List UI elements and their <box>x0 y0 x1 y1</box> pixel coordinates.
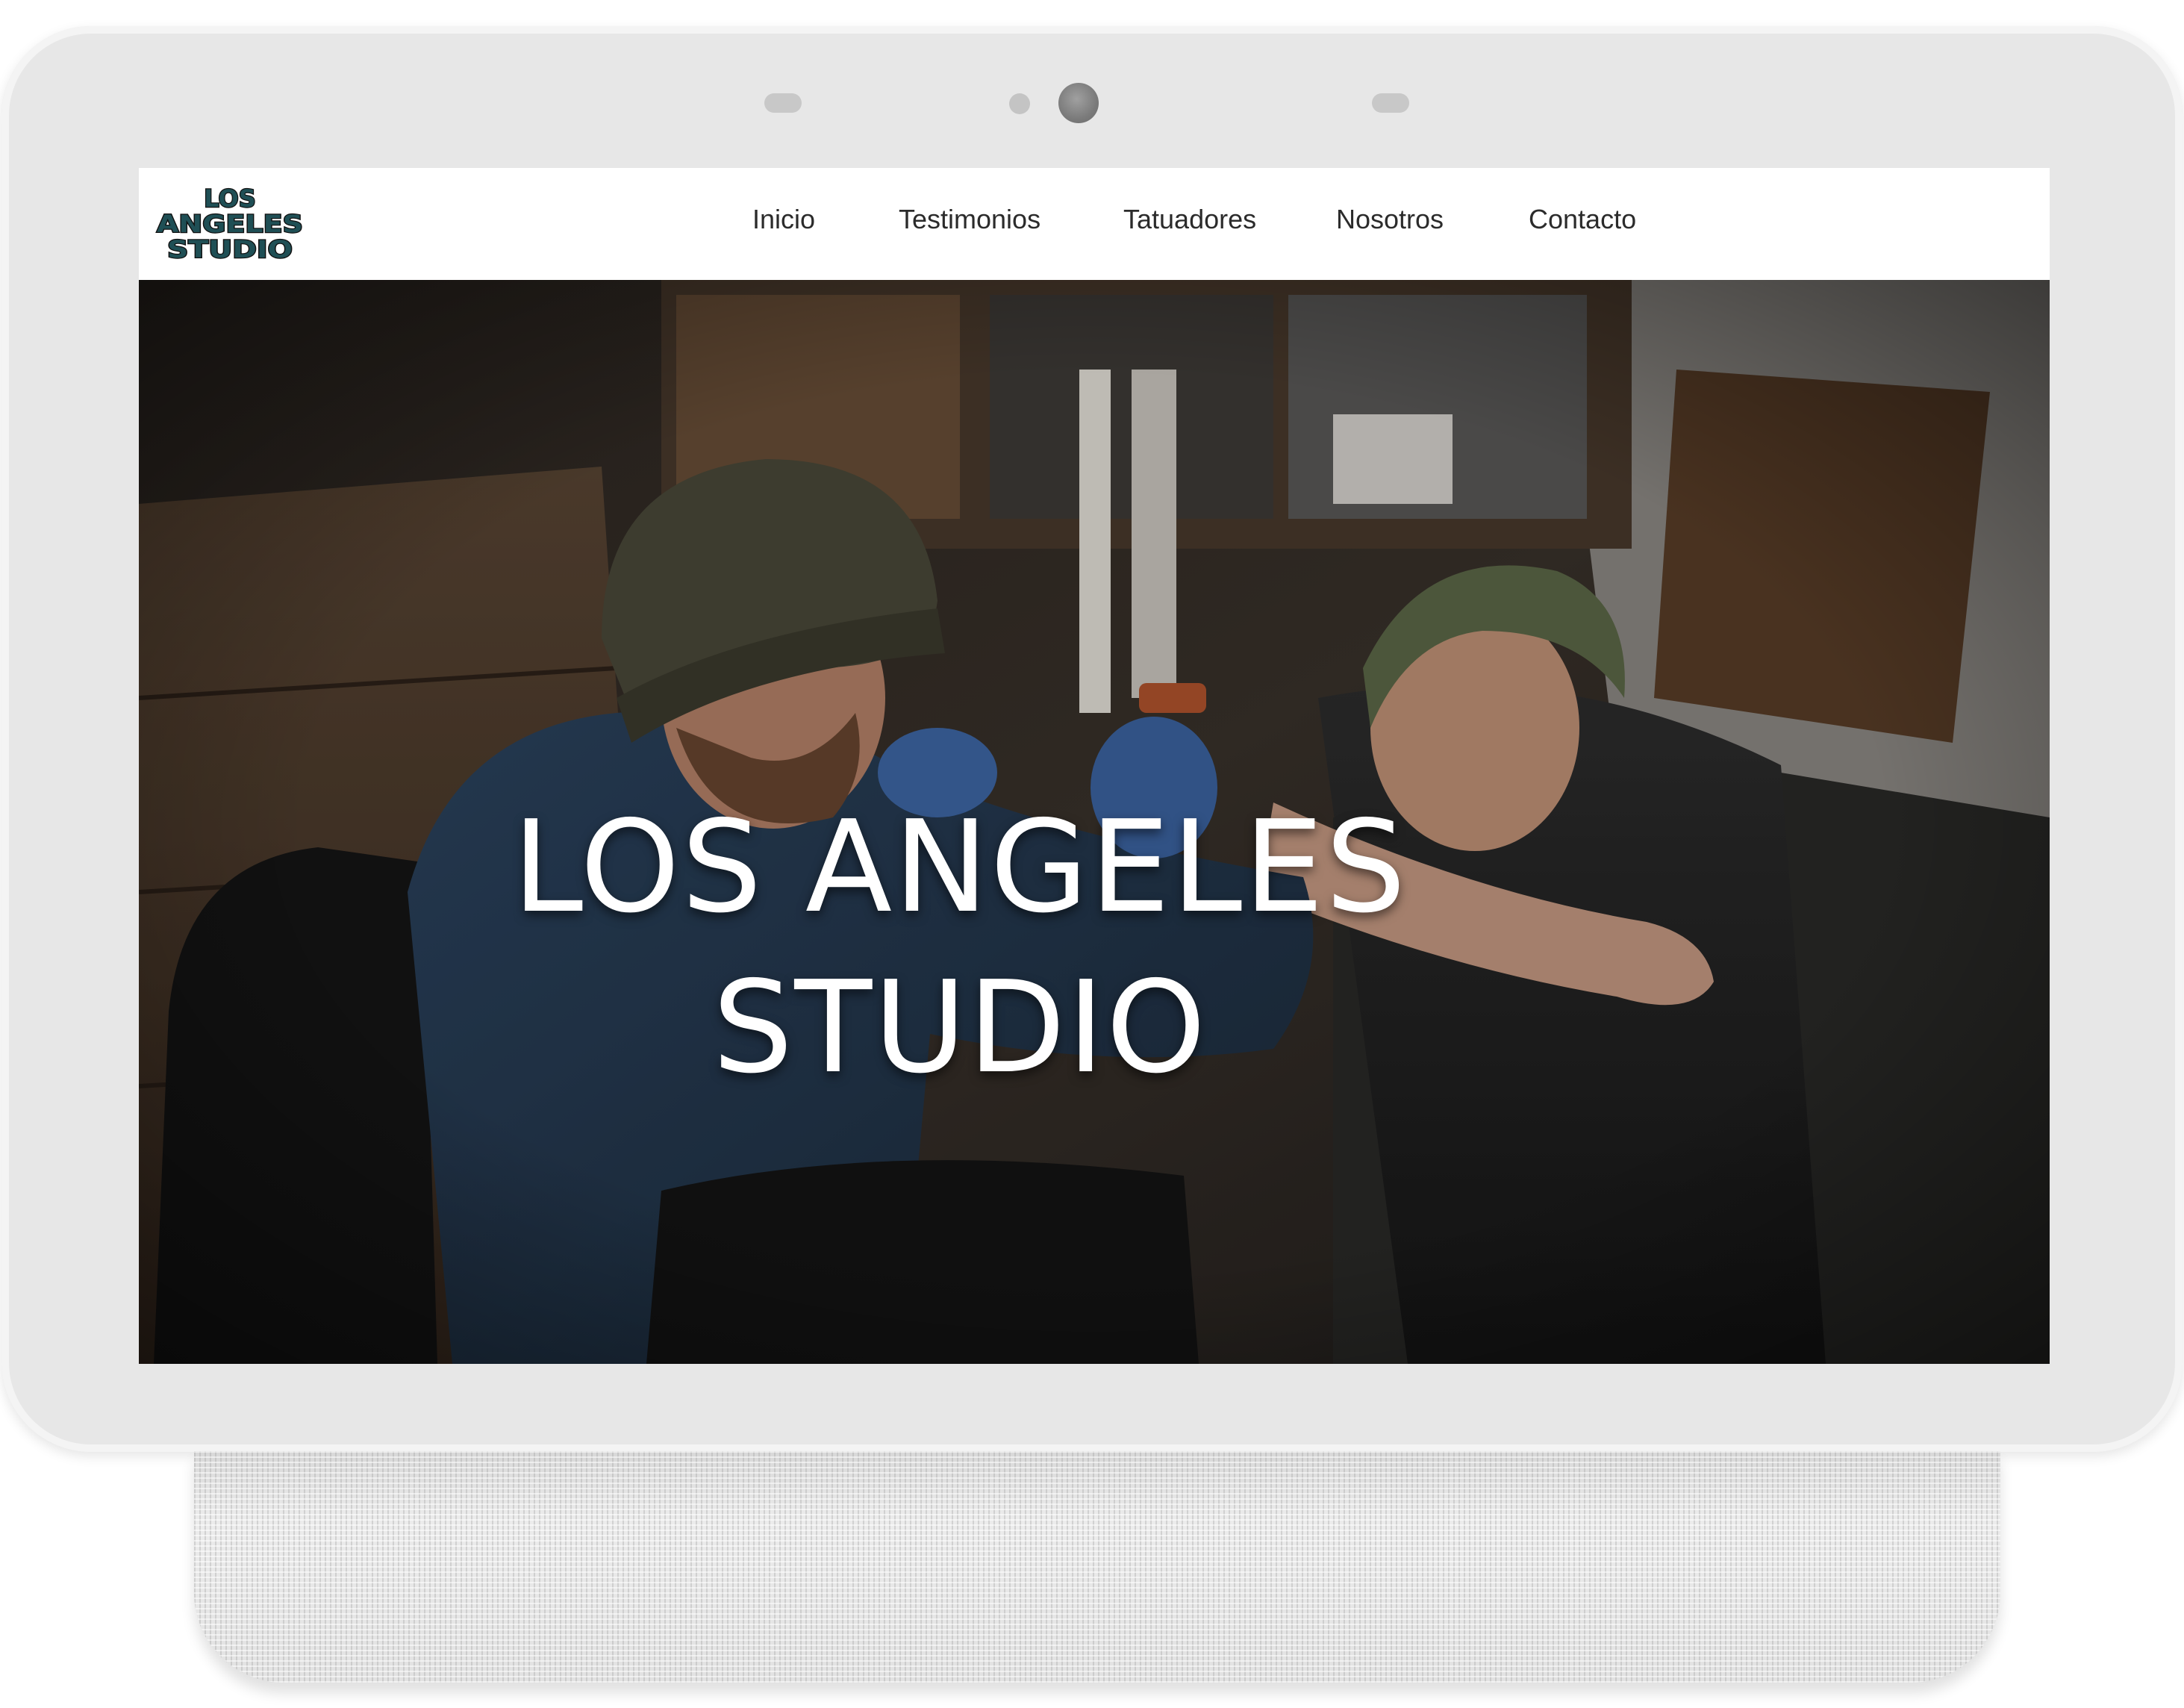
nav-menu: Inicio Testimonios Tatuadores Nosotros C… <box>139 168 2050 280</box>
hero-title-line-1: LOS ANGELES <box>512 794 1408 941</box>
smart-display-frame: LOS ANGELES STUDIO LOS ANGELES STUDIO In… <box>1 26 2183 1452</box>
device-screen: LOS ANGELES STUDIO LOS ANGELES STUDIO In… <box>139 168 2050 1364</box>
speaker-slot-left-icon <box>764 93 802 113</box>
top-navbar: LOS ANGELES STUDIO Inicio Testimonios Ta… <box>139 168 2050 280</box>
speaker-base <box>194 1451 2000 1683</box>
nav-item-testimonios[interactable]: Testimonios <box>899 204 1040 235</box>
nav-item-inicio[interactable]: Inicio <box>752 204 815 235</box>
light-sensor-icon <box>1009 93 1030 114</box>
camera-icon <box>1058 83 1099 123</box>
hero-section: LOS ANGELES STUDIO <box>139 280 2050 1364</box>
nav-item-tatuadores[interactable]: Tatuadores <box>1123 204 1256 235</box>
hero-title: LOS ANGELES STUDIO <box>139 788 1781 1109</box>
speaker-slot-right-icon <box>1372 93 1409 113</box>
nav-item-contacto[interactable]: Contacto <box>1529 204 1636 235</box>
hero-title-line-2: STUDIO <box>712 954 1208 1102</box>
nav-item-nosotros[interactable]: Nosotros <box>1336 204 1444 235</box>
